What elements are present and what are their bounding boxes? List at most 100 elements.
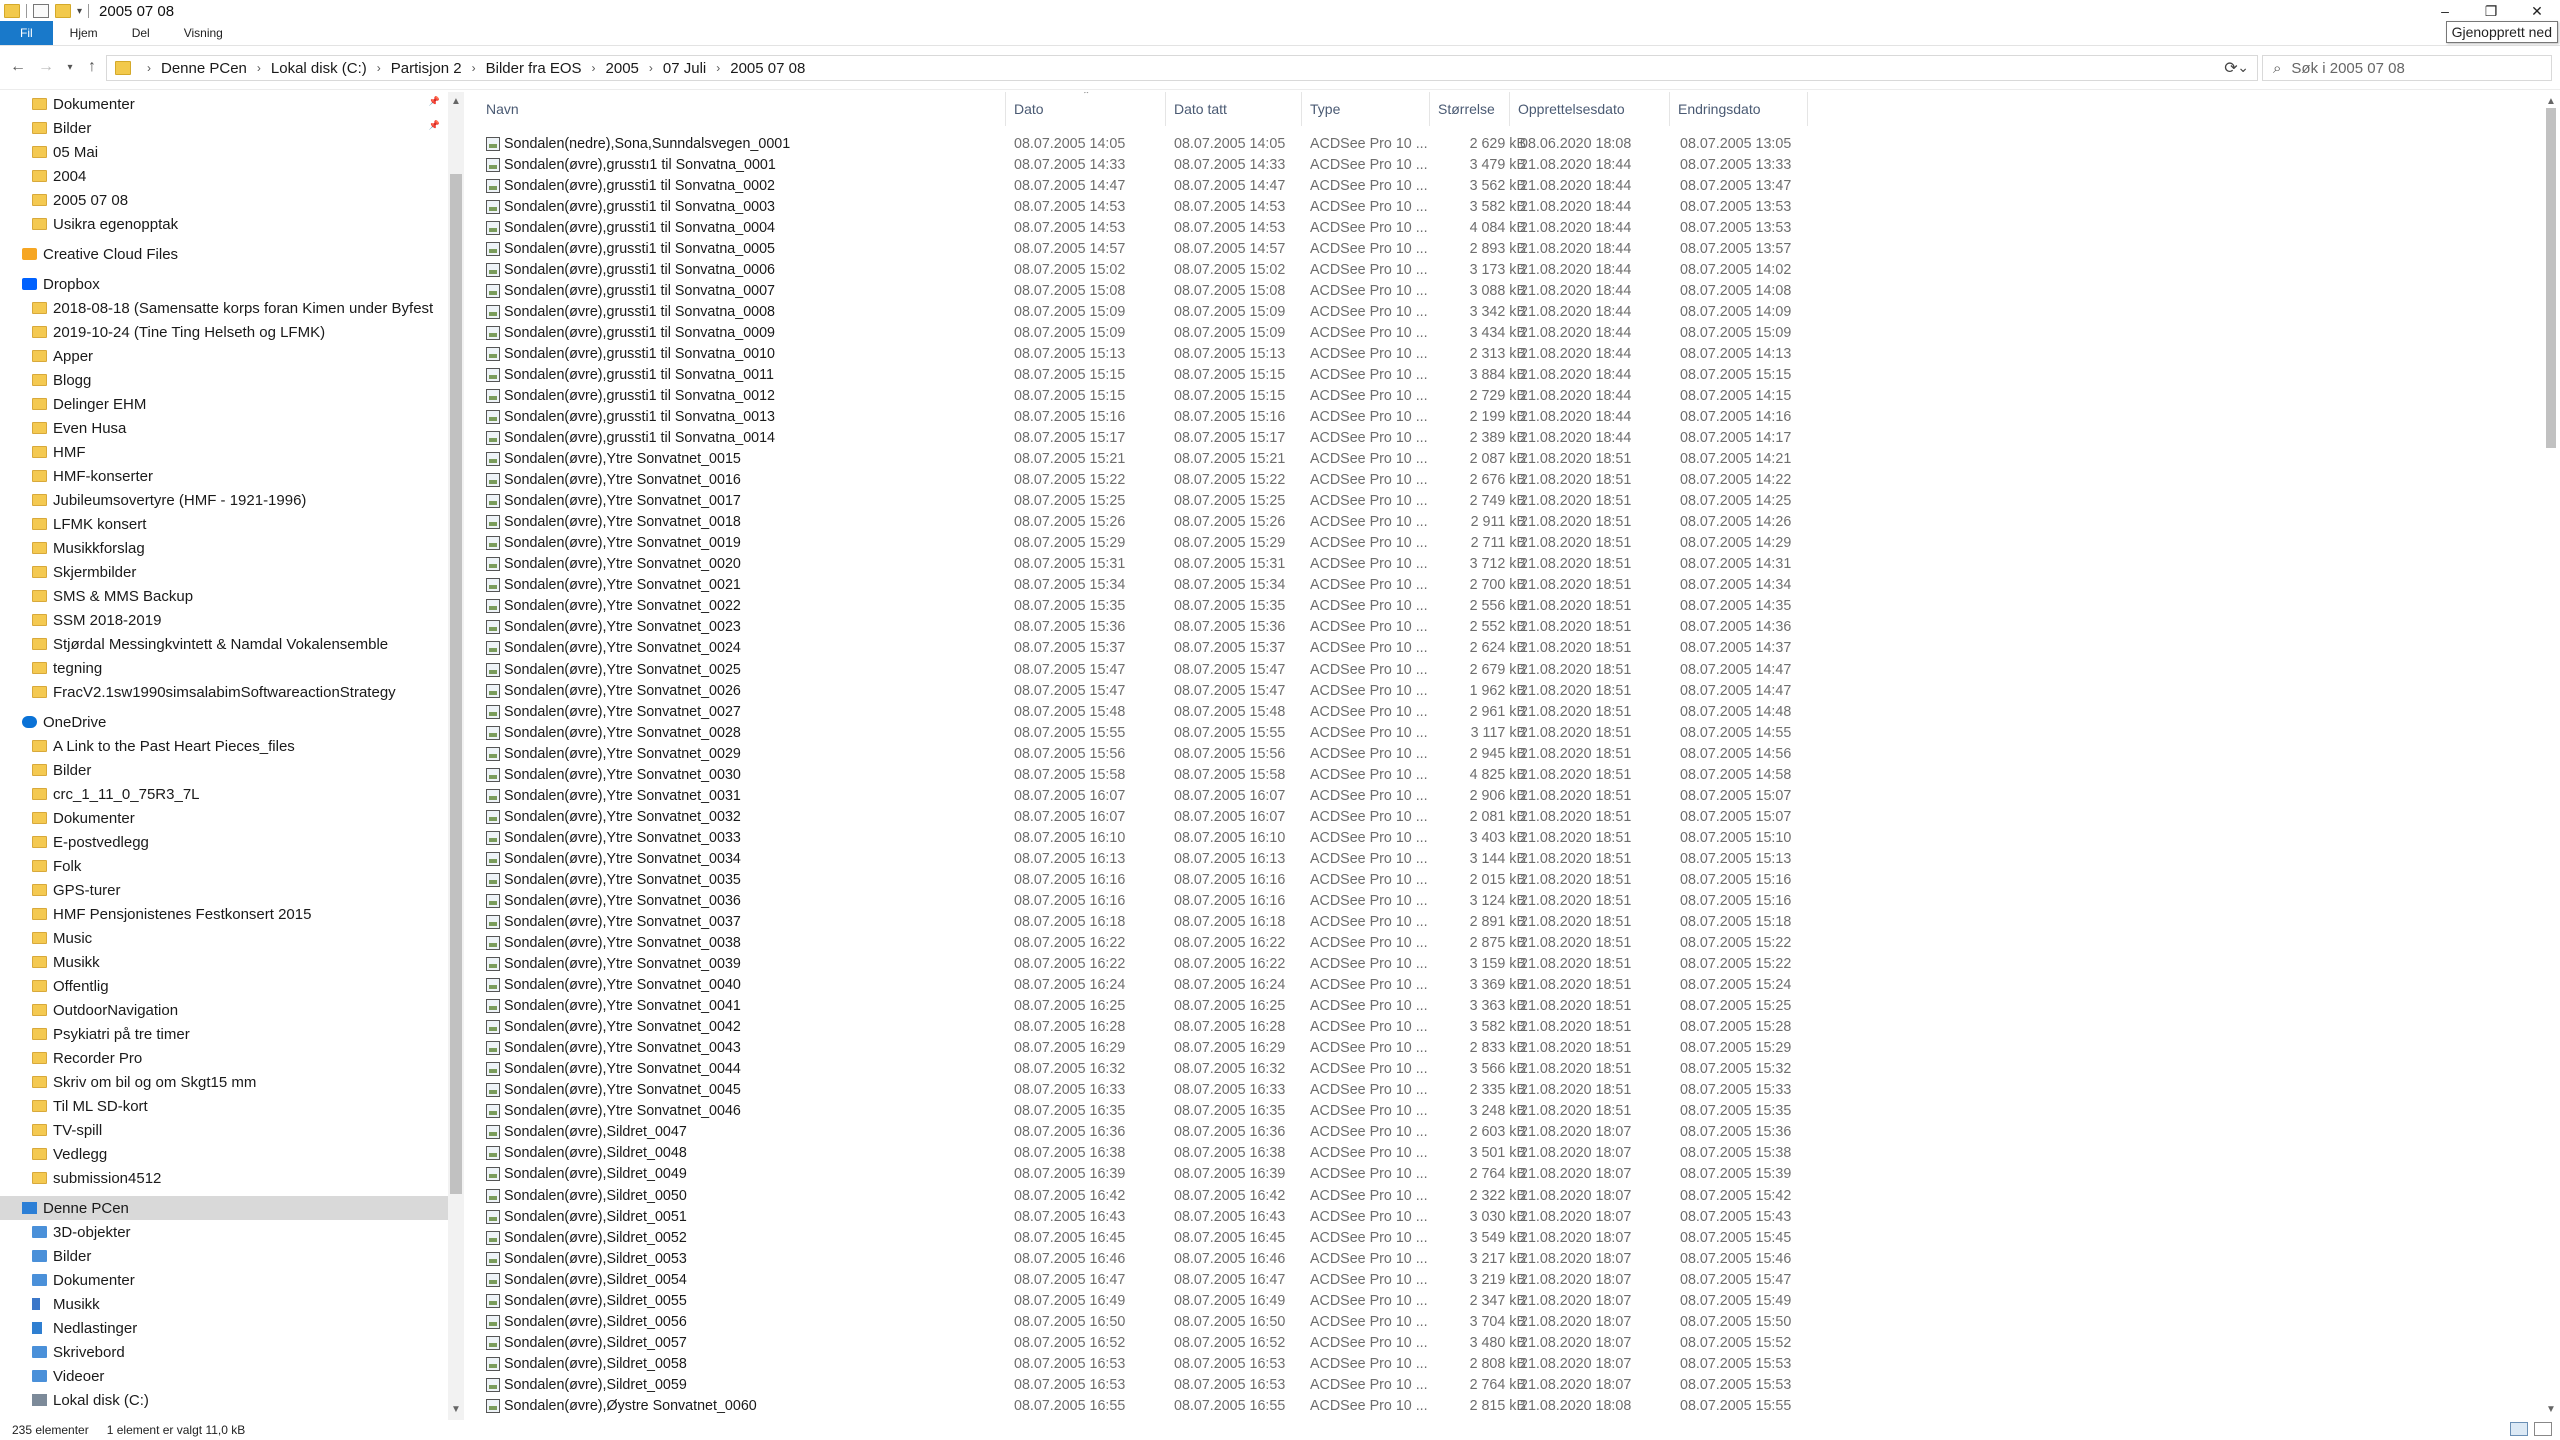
file-row[interactable]: Sondalen(øvre),Sildret_0047 08.07.2005 16… — [478, 1122, 1818, 1143]
nav-item[interactable]: Dokumenter — [0, 806, 448, 830]
column-header-date-taken[interactable]: Dato tatt — [1166, 92, 1302, 126]
chevron-right-icon[interactable]: › — [257, 61, 261, 75]
file-row[interactable]: Sondalen(øvre),Ytre Sonvatnet_0031 08.07.… — [478, 785, 1818, 806]
nav-item[interactable]: Psykiatri på tre timer — [0, 1022, 448, 1046]
file-row[interactable]: Sondalen(øvre),Ytre Sonvatnet_0018 08.07.… — [478, 512, 1818, 533]
nav-item[interactable]: Dropbox — [0, 272, 448, 296]
tab-home[interactable]: Hjem — [53, 21, 115, 45]
refresh-icon[interactable]: ⟳ — [2218, 58, 2244, 78]
close-button[interactable]: ✕ — [2514, 0, 2560, 22]
file-row[interactable]: Sondalen(øvre),Sildret_0058 08.07.2005 16… — [478, 1353, 1818, 1374]
nav-item[interactable]: Lokal disk (C:) — [0, 1388, 448, 1412]
file-row[interactable]: Sondalen(øvre),Ytre Sonvatnet_0017 08.07.… — [478, 491, 1818, 512]
tab-file[interactable]: Fil — [0, 21, 53, 45]
details-view-icon[interactable] — [2510, 1422, 2528, 1436]
nav-item[interactable]: Musikkforslag — [0, 536, 448, 560]
nav-item[interactable]: Offentlig — [0, 974, 448, 998]
nav-item[interactable]: 2019-10-24 (Tine Ting Helseth og LFMK) — [0, 320, 448, 344]
column-header-created[interactable]: Opprettelsesdato — [1510, 92, 1670, 126]
nav-item[interactable]: FracV2.1sw1990simsalabimSoftwareactionSt… — [0, 680, 448, 704]
nav-item[interactable]: SSM 2018-2019 — [0, 608, 448, 632]
tab-share[interactable]: Del — [115, 21, 167, 45]
chevron-right-icon[interactable]: › — [649, 61, 653, 75]
nav-item[interactable]: GPS-turer — [0, 878, 448, 902]
nav-item[interactable]: Vedlegg — [0, 1142, 448, 1166]
file-row[interactable]: Sondalen(øvre),grussti1 til Sonvatna_000… — [478, 259, 1818, 280]
file-row[interactable]: Sondalen(øvre),grussti1 til Sonvatna_000… — [478, 196, 1818, 217]
file-row[interactable]: Sondalen(øvre),Ytre Sonvatnet_0033 08.07.… — [478, 827, 1818, 848]
file-row[interactable]: Sondalen(øvre),Sildret_0052 08.07.2005 16… — [478, 1227, 1818, 1248]
file-row[interactable]: Sondalen(øvre),Ytre Sonvatnet_0020 08.07.… — [478, 554, 1818, 575]
chevron-right-icon[interactable]: › — [472, 61, 476, 75]
file-row[interactable]: Sondalen(øvre),grussti1 til Sonvatna_000… — [478, 217, 1818, 238]
navigation-pane-scroll-thumb[interactable] — [450, 174, 462, 1194]
chevron-right-icon[interactable]: › — [716, 61, 720, 75]
file-row[interactable]: Sondalen(øvre),Ytre Sonvatnet_0034 08.07.… — [478, 848, 1818, 869]
file-row[interactable]: Sondalen(øvre),grussti1 til Sonvatna_001… — [478, 428, 1818, 449]
nav-item[interactable]: HMF-konserter — [0, 464, 448, 488]
column-header-size[interactable]: Størrelse — [1430, 92, 1510, 126]
file-row[interactable]: Sondalen(øvre),Sildret_0059 08.07.2005 16… — [478, 1374, 1818, 1395]
file-row[interactable]: Sondalen(øvre),Ytre Sonvatnet_0039 08.07.… — [478, 954, 1818, 975]
file-row[interactable]: Sondalen(øvre),grussti1 til Sonvatna_000… — [478, 175, 1818, 196]
file-row[interactable]: Sondalen(øvre),Ytre Sonvatnet_0043 08.07.… — [478, 1038, 1818, 1059]
file-row[interactable]: Sondalen(øvre),Sildret_0057 08.07.2005 16… — [478, 1332, 1818, 1353]
nav-item[interactable]: Dokumenter 📌 — [0, 92, 448, 116]
chevron-right-icon[interactable]: › — [592, 61, 596, 75]
file-row[interactable]: Sondalen(øvre),Ytre Sonvatnet_0026 08.07.… — [478, 680, 1818, 701]
nav-item[interactable]: 2018-08-18 (Samensatte korps foran Kimen… — [0, 296, 448, 320]
file-row[interactable]: Sondalen(øvre),Ytre Sonvatnet_0032 08.07.… — [478, 806, 1818, 827]
nav-item[interactable]: tegning — [0, 656, 448, 680]
file-row[interactable]: Sondalen(øvre),grussti1 til Sonvatna_001… — [478, 385, 1818, 406]
nav-item[interactable]: Apper — [0, 344, 448, 368]
breadcrumb-item[interactable]: › 2005 — [582, 60, 639, 77]
chevron-right-icon[interactable]: › — [377, 61, 381, 75]
nav-item[interactable]: Music — [0, 926, 448, 950]
file-row[interactable]: Sondalen(øvre),grussti1 til Sonvatna_001… — [478, 343, 1818, 364]
nav-item[interactable]: Folk — [0, 854, 448, 878]
nav-item[interactable]: Skjermbilder — [0, 560, 448, 584]
nav-item[interactable]: TV-spill — [0, 1118, 448, 1142]
up-arrow-icon[interactable]: ↑ — [82, 58, 102, 76]
file-row[interactable]: Sondalen(øvre),Ytre Sonvatnet_0036 08.07.… — [478, 890, 1818, 911]
file-row[interactable]: Sondalen(øvre),Ytre Sonvatnet_0023 08.07.… — [478, 617, 1818, 638]
nav-item[interactable]: Videoer — [0, 1364, 448, 1388]
breadcrumb-item[interactable]: › Lokal disk (C:) — [247, 60, 367, 77]
nav-item[interactable]: Usikra egenopptak — [0, 212, 448, 236]
file-row[interactable]: Sondalen(øvre),grussti1 til Sonvatna_000… — [478, 238, 1818, 259]
scroll-up-arrow-icon[interactable]: ▲ — [448, 96, 464, 107]
nav-item[interactable]: SMS & MMS Backup — [0, 584, 448, 608]
file-row[interactable]: Sondalen(øvre),Sildret_0053 08.07.2005 16… — [478, 1248, 1818, 1269]
nav-item[interactable]: Stjørdal Messingkvintett & Namdal Vokale… — [0, 632, 448, 656]
file-row[interactable]: Sondalen(øvre),Ytre Sonvatnet_0041 08.07.… — [478, 996, 1818, 1017]
breadcrumb-item[interactable]: › Denne PCen — [137, 60, 247, 77]
file-row[interactable]: Sondalen(øvre),Ytre Sonvatnet_0019 08.07.… — [478, 533, 1818, 554]
breadcrumb-item[interactable]: › 2005 07 08 — [706, 60, 805, 77]
scroll-down-arrow-icon[interactable]: ▼ — [2542, 1404, 2560, 1415]
minimize-button[interactable]: – — [2422, 0, 2468, 22]
nav-item[interactable]: HMF Pensjonistenes Festkonsert 2015 — [0, 902, 448, 926]
file-row[interactable]: Sondalen(øvre),Sildret_0054 08.07.2005 16… — [478, 1269, 1818, 1290]
nav-item[interactable]: Jubileumsovertyre (HMF - 1921-1996) — [0, 488, 448, 512]
back-arrow-icon[interactable]: ← — [8, 58, 28, 76]
search-input[interactable]: ⌕ Søk i 2005 07 08 — [2262, 55, 2552, 81]
file-row[interactable]: Sondalen(øvre),Sildret_0055 08.07.2005 16… — [478, 1290, 1818, 1311]
file-row[interactable]: Sondalen(øvre),Ytre Sonvatnet_0046 08.07.… — [478, 1101, 1818, 1122]
file-row[interactable]: Sondalen(øvre),Ytre Sonvatnet_0038 08.07.… — [478, 933, 1818, 954]
nav-item[interactable]: Musikk — [0, 950, 448, 974]
nav-item[interactable]: Recorder Pro — [0, 1046, 448, 1070]
file-row[interactable]: Sondalen(øvre),Sildret_0050 08.07.2005 16… — [478, 1185, 1818, 1206]
file-row[interactable]: Sondalen(øvre),Sildret_0049 08.07.2005 16… — [478, 1164, 1818, 1185]
restore-button[interactable]: ❐ — [2468, 0, 2514, 22]
file-row[interactable]: Sondalen(øvre),Sildret_0056 08.07.2005 16… — [478, 1311, 1818, 1332]
nav-item[interactable]: Skrivebord — [0, 1340, 448, 1364]
tab-view[interactable]: Visning — [167, 21, 240, 45]
file-row[interactable]: Sondalen(øvre),Ytre Sonvatnet_0045 08.07.… — [478, 1080, 1818, 1101]
file-row[interactable]: Sondalen(øvre),Ytre Sonvatnet_0030 08.07.… — [478, 764, 1818, 785]
nav-item[interactable]: LFMK konsert — [0, 512, 448, 536]
forward-arrow-icon[interactable]: → — [36, 58, 56, 76]
nav-item[interactable]: A Link to the Past Heart Pieces_files — [0, 734, 448, 758]
nav-item[interactable]: 3D-objekter — [0, 1220, 448, 1244]
properties-icon[interactable] — [33, 4, 49, 18]
nav-item[interactable]: E-postvedlegg — [0, 830, 448, 854]
